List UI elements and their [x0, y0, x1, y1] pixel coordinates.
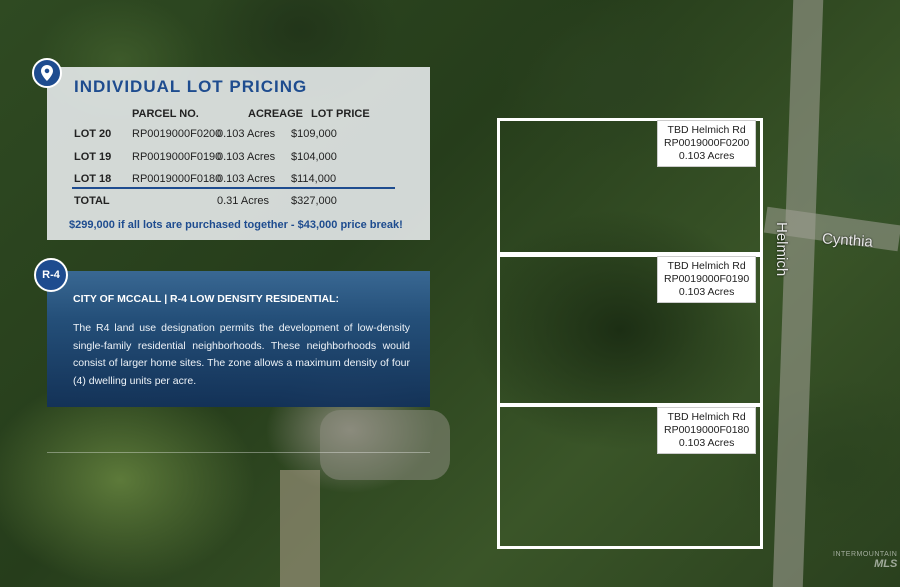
lot-20-acreage: 0.103 Acres — [678, 150, 735, 162]
lot-19-parcel: RP0019000F0190 — [664, 273, 750, 285]
row-lot-19-parcel: RP0019000F0190 — [132, 151, 222, 163]
lot-18-address: TBD Helmich Rd — [667, 411, 746, 423]
watermark-line2: MLS — [874, 558, 898, 570]
row-lot-20-parcel: RP0019000F0200 — [132, 128, 222, 140]
row-lot-18-name: LOT 18 — [74, 173, 112, 185]
bundle-price-promo: $299,000 if all lots are purchased toget… — [69, 219, 403, 231]
total-acreage: 0.31 Acres — [217, 195, 269, 207]
lot-19-address: TBD Helmich Rd — [667, 260, 746, 272]
row-lot-19-name: LOT 19 — [74, 151, 112, 163]
watermark-line1: INTERMOUNTAIN — [833, 551, 898, 558]
header-parcel: PARCEL NO. — [132, 108, 199, 120]
row-lot-20-name: LOT 20 — [74, 128, 112, 140]
street-label-helmich: Helmich — [773, 222, 790, 277]
zoning-badge: R-4 — [34, 258, 68, 292]
section-divider — [47, 452, 430, 453]
lot-20-label: TBD Helmich Rd RP0019000F0200 0.103 Acre… — [657, 120, 757, 167]
mls-watermark: INTERMOUNTAIN MLS — [833, 551, 897, 570]
lot-20-address: TBD Helmich Rd — [667, 124, 746, 136]
row-lot-19-acreage: 0.103 Acres — [217, 151, 276, 163]
clearing — [320, 410, 450, 480]
total-label: TOTAL — [74, 195, 110, 207]
location-pin-icon — [32, 58, 62, 88]
zoning-description: The R4 land use designation permits the … — [73, 322, 410, 387]
street-label-cynthia: Cynthia — [821, 230, 874, 251]
lot-18-parcel: RP0019000F0180 — [664, 424, 750, 436]
row-lot-18-acreage: 0.103 Acres — [217, 173, 276, 185]
row-lot-20-acreage: 0.103 Acres — [217, 128, 276, 140]
row-lot-20-price: $109,000 — [291, 128, 337, 140]
zoning-title: CITY OF MCCALL | R-4 LOW DENSITY RESIDEN… — [73, 293, 340, 305]
row-lot-18-parcel: RP0019000F0180 — [132, 173, 222, 185]
driveway — [280, 470, 320, 587]
lot-18-acreage: 0.103 Acres — [678, 437, 735, 449]
total-divider — [72, 187, 395, 189]
header-acreage: ACREAGE — [248, 108, 304, 120]
lot-19-acreage: 0.103 Acres — [678, 286, 735, 298]
lot-20-parcel: RP0019000F0200 — [664, 137, 750, 149]
row-lot-19-price: $104,000 — [291, 151, 337, 163]
row-lot-18-price: $114,000 — [291, 173, 337, 185]
total-price: $327,000 — [291, 195, 337, 207]
pricing-title: INDIVIDUAL LOT PRICING — [74, 77, 308, 96]
lot-18-label: TBD Helmich Rd RP0019000F0180 0.103 Acre… — [657, 407, 757, 454]
lot-19-label: TBD Helmich Rd RP0019000F0190 0.103 Acre… — [657, 256, 757, 303]
header-price: LOT PRICE — [311, 108, 370, 120]
